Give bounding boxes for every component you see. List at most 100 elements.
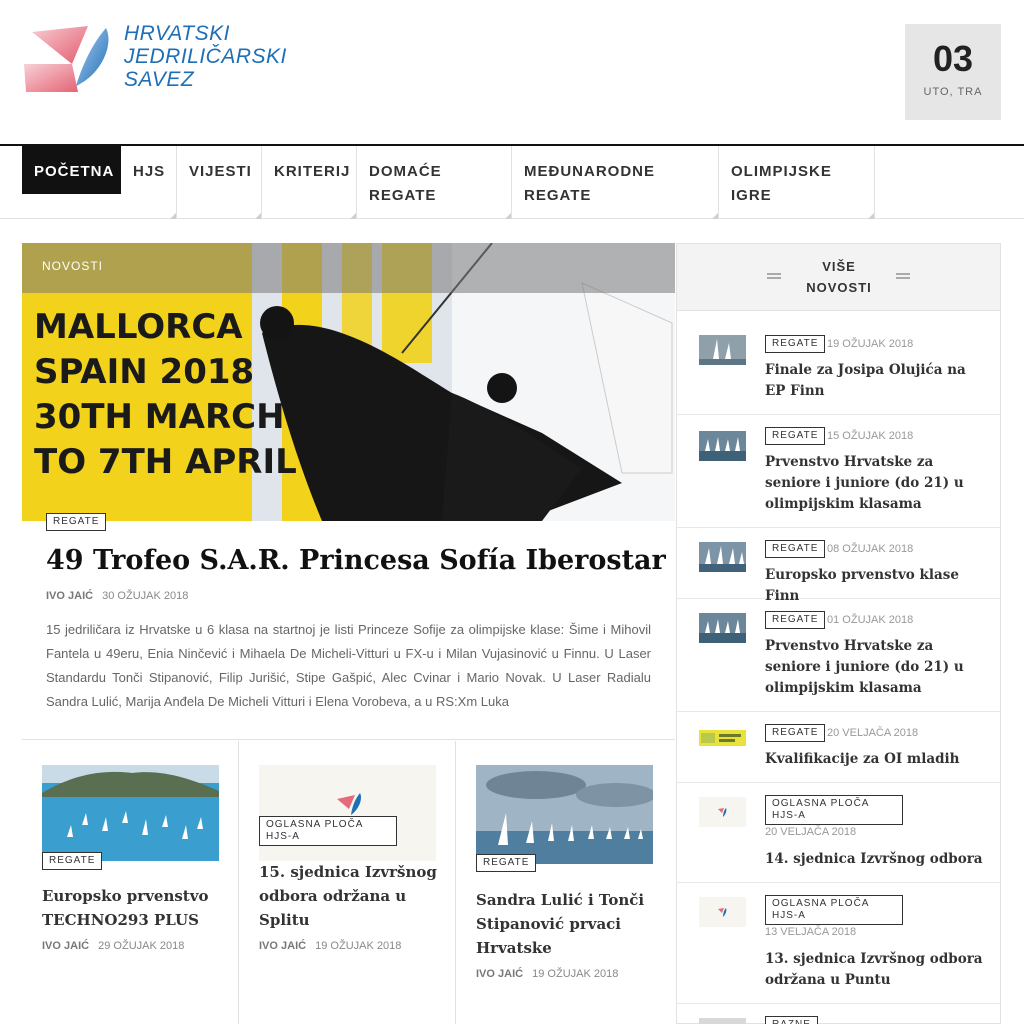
card-title[interactable]: Sandra Lulić i Tonči Stipanović prvaci H… [476,888,656,960]
list-item[interactable]: REGATE 19 OŽUJAK 2018 Finale za Josipa O… [677,311,1000,415]
card-title[interactable]: Europsko prvenstvo TECHNO293 PLUS [42,884,222,932]
list-item-title[interactable]: 13. sjednica Izvršnog odbora održana u P… [765,949,985,991]
article-date: 19 OŽUJAK 2018 [827,338,914,350]
thumbnail[interactable] [699,613,746,643]
list-item-title[interactable]: Prvenstvo Hrvatske za seniore i juniore … [765,452,985,515]
list-item[interactable]: RAZNE [677,1004,1000,1024]
article-date: 20 VELJAČA 2018 [827,727,919,739]
dropdown-corner-icon [255,213,261,219]
laser-fleet-image [476,765,653,864]
category-badge[interactable]: REGATE [765,724,826,742]
hjs-logo-image [259,765,436,861]
hjs-logo-thumb [699,897,746,927]
article-date: 19 OŽUJAK 2018 [532,968,619,980]
nav-item-kriterij[interactable]: KRITERIJ [262,146,357,219]
list-item[interactable]: REGATE 01 OŽUJAK 2018 Prvenstvo Hrvatske… [677,599,1000,712]
nav-item-vijesti[interactable]: VIJESTI [177,146,262,219]
list-item[interactable]: OGLASNA PLOČA HJS-A 20 VELJAČA 2018 14. … [677,783,1000,883]
author-name[interactable]: IVO JAIĆ [42,940,89,952]
poster-line-1: MALLORCA [34,307,243,347]
featured-title[interactable]: 49 Trofeo S.A.R. Princesa Sofía Iberosta… [46,545,666,576]
category-badge[interactable]: REGATE [42,852,103,870]
windsurf-fleet-image [42,765,219,861]
thumbnail[interactable] [699,730,746,746]
featured-section-bar: NOVOSTI [22,243,675,293]
author-name[interactable]: IVO JAIĆ [476,968,523,980]
thumb-image [699,542,746,572]
featured-image[interactable]: MALLORCA SPAIN 2018 30TH MARCH TO 7TH AP… [22,243,675,521]
nav-item-pocetna[interactable]: POČETNA [22,146,121,194]
thumbnail[interactable] [699,797,746,827]
thumbnail[interactable] [699,542,746,572]
list-item-title[interactable]: Kvalifikacije za OI mladih [765,749,985,770]
article-meta: IVO JAIĆ 29 OŽUJAK 2018 [42,940,184,952]
list-item[interactable]: OGLASNA PLOČA HJS-A 13 VELJAČA 2018 13. … [677,883,1000,1004]
dropdown-corner-icon [350,213,356,219]
dropdown-corner-icon [170,213,176,219]
news-card: REGATE Europsko prvenstvo TECHNO293 PLUS… [22,741,239,1024]
article-meta: IVO JAIĆ 19 OŽUJAK 2018 [476,968,618,980]
category-badge[interactable]: OGLASNA PLOČA HJS-A [765,895,903,925]
dropdown-corner-icon [868,213,874,219]
nav-item-medunarodne-regate[interactable]: MEĐUNARODNE REGATE [512,146,719,219]
category-badge[interactable]: OGLASNA PLOČA HJS-A [765,795,903,825]
category-badge[interactable]: OGLASNA PLOČA HJS-A [259,816,397,846]
site-header: HRVATSKI JEDRILIČARSKI SAVEZ 03 UTO, TRA [0,0,1024,144]
list-item-title[interactable]: Prvenstvo Hrvatske za seniore i juniore … [765,636,985,699]
date-weekday-month: UTO, TRA [923,86,983,98]
card-image[interactable] [259,765,436,861]
more-news-sidebar: VIŠE NOVOSTI REGATE 19 OŽUJAK 2018 Final… [676,243,1001,1024]
author-name[interactable]: IVO JAIĆ [259,940,306,952]
article-date: 01 OŽUJAK 2018 [827,614,914,626]
logo-text: HRVATSKI JEDRILIČARSKI SAVEZ [124,22,287,91]
category-badge[interactable]: REGATE [476,854,537,872]
site-logo[interactable]: HRVATSKI JEDRILIČARSKI SAVEZ [22,22,322,102]
nav-item-label: POČETNA [34,163,115,180]
thumbnail[interactable] [699,431,746,461]
list-item[interactable]: REGATE 15 OŽUJAK 2018 Prvenstvo Hrvatske… [677,415,1000,528]
thumbnail[interactable] [699,897,746,927]
article-date: 30 OŽUJAK 2018 [102,590,189,602]
dropdown-corner-icon [712,213,718,219]
list-item[interactable]: REGATE 20 VELJAČA 2018 Kvalifikacije za … [677,712,1000,783]
card-image[interactable] [476,765,653,864]
card-title[interactable]: 15. sjednica Izvršnog odbora održana u S… [259,860,439,932]
article-date: 08 OŽUJAK 2018 [827,543,914,555]
category-badge[interactable]: REGATE [765,540,826,558]
date-widget: 03 UTO, TRA [905,24,1001,120]
list-item[interactable]: REGATE 08 OŽUJAK 2018 Europsko prvenstvo… [677,528,1000,604]
logo-line-1: HRVATSKI [124,22,230,45]
article-meta: IVO JAIĆ 30 OŽUJAK 2018 [46,590,188,602]
list-item-title[interactable]: Finale za Josipa Olujića na EP Finn [765,360,985,402]
category-badge[interactable]: REGATE [46,513,107,531]
section-label: NOVOSTI [42,259,104,273]
poster-line-3: 30TH MARCH [34,397,285,437]
thumb-image [699,730,746,746]
card-image[interactable] [42,765,219,861]
list-item-title[interactable]: 14. sjednica Izvršnog odbora [765,849,985,870]
featured-article: MALLORCA SPAIN 2018 30TH MARCH TO 7TH AP… [22,243,675,740]
category-badge[interactable]: RAZNE [765,1016,818,1024]
category-badge[interactable]: REGATE [765,611,826,629]
dropdown-corner-icon [505,213,511,219]
article-date: 29 OŽUJAK 2018 [98,940,185,952]
poster-line-2: SPAIN 2018 [34,352,254,392]
thumb-image [699,613,746,643]
nav-item-label: MEĐUNARODNE REGATE [524,163,655,204]
category-badge[interactable]: REGATE [765,427,826,445]
nav-item-label: OLIMPIJSKE IGRE [731,163,832,204]
article-date: 20 VELJAČA 2018 [765,826,857,838]
nav-item-domace-regate[interactable]: DOMAĆE REGATE [357,146,512,219]
category-badge[interactable]: REGATE [765,335,826,353]
article-date: 19 OŽUJAK 2018 [315,940,402,952]
news-card: REGATE Sandra Lulić i Tonči Stipanović p… [456,741,675,1024]
thumb-image [699,431,746,461]
sidebar-title: VIŠE NOVOSTI [806,259,872,295]
thumbnail[interactable] [699,1018,746,1024]
nav-item-olimpijske-igre[interactable]: OLIMPIJSKE IGRE [719,146,875,219]
article-date: 13 VELJAČA 2018 [765,926,857,938]
nav-item-hjs[interactable]: HJS [121,146,177,219]
news-card: OGLASNA PLOČA HJS-A 15. sjednica Izvršno… [239,741,456,1024]
author-name[interactable]: IVO JAIĆ [46,590,93,602]
thumbnail[interactable] [699,335,746,365]
